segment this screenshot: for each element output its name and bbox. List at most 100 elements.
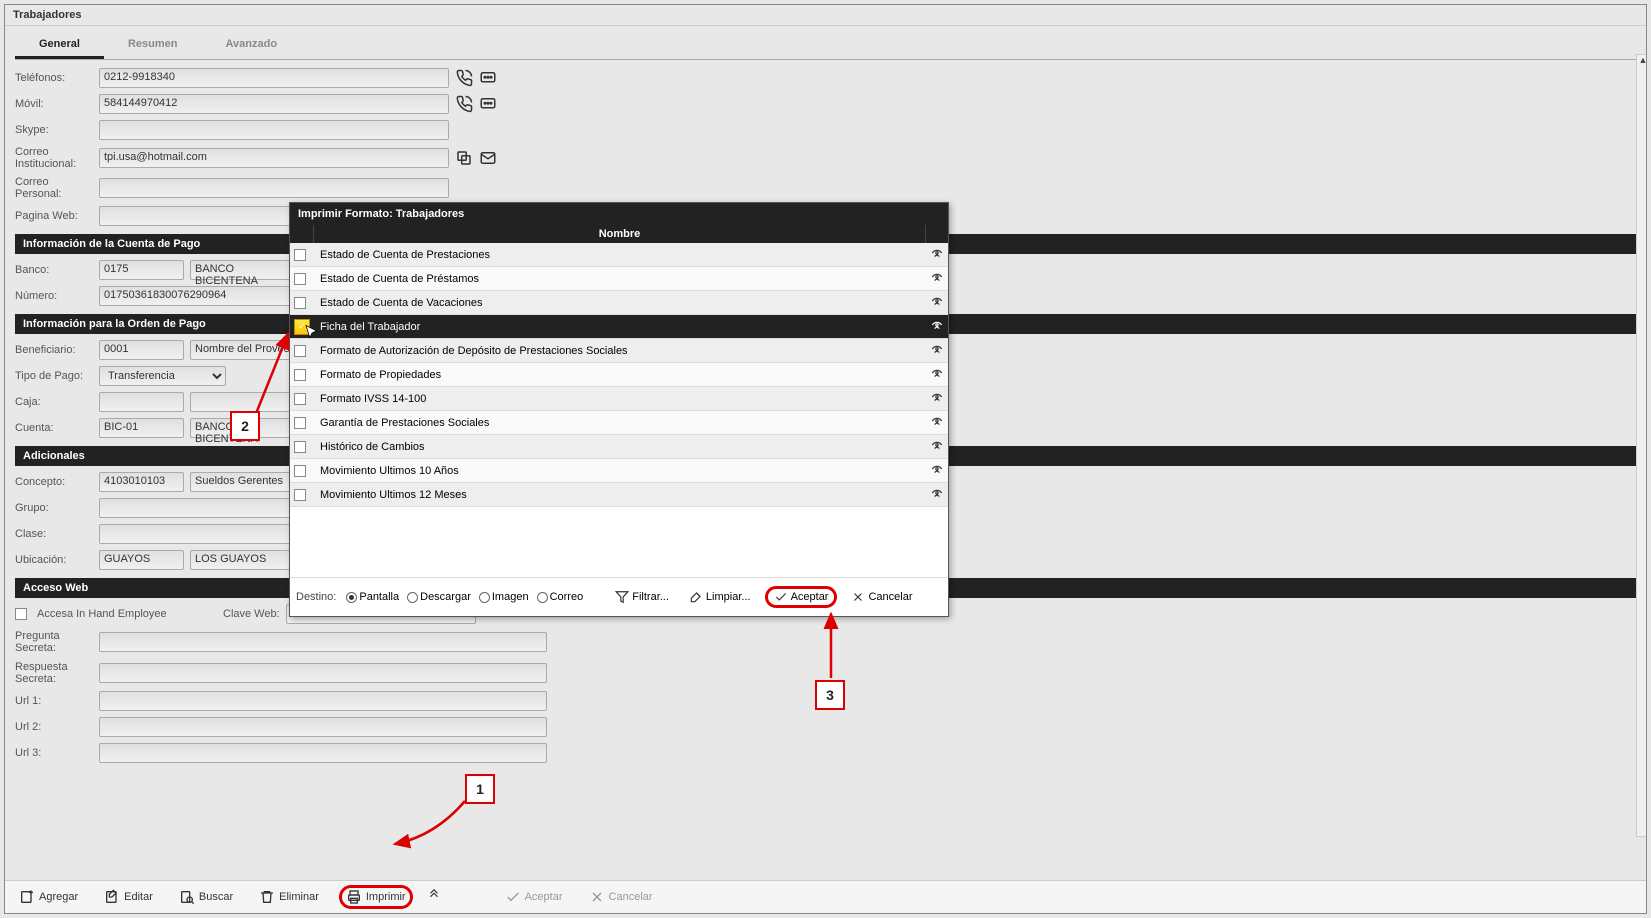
clase-input[interactable] — [99, 524, 296, 544]
modal-list: Estado de Cuenta de Prestaciones Estado d… — [290, 243, 948, 507]
grupo-label: Grupo: — [15, 502, 93, 514]
benef-name-input[interactable]: Nombre del Provee — [190, 340, 296, 360]
resp-label: Respuesta Secreta: — [15, 661, 93, 685]
scroll-up-icon[interactable]: ▲ — [1637, 55, 1646, 67]
mail-icon[interactable] — [479, 149, 497, 167]
ubic-name-input[interactable]: LOS GUAYOS — [190, 550, 296, 570]
cancelar-button[interactable]: Cancelar — [583, 886, 659, 908]
eliminar-button[interactable]: Eliminar — [253, 886, 325, 908]
banco-label: Banco: — [15, 264, 93, 276]
grupo-input[interactable] — [99, 498, 296, 518]
numero-label: Número: — [15, 290, 93, 302]
format-row[interactable]: Formato de Propiedades — [290, 363, 948, 387]
tab-avanzado[interactable]: Avanzado — [202, 32, 302, 59]
row-checkbox[interactable] — [294, 369, 306, 381]
row-checkbox[interactable] — [294, 393, 306, 405]
format-row[interactable]: Histórico de Cambios — [290, 435, 948, 459]
format-row[interactable]: Estado de Cuenta de Vacaciones — [290, 291, 948, 315]
editar-button[interactable]: Editar — [98, 886, 159, 908]
caja-label: Caja: — [15, 396, 93, 408]
cuenta-code-input[interactable]: BIC-01 — [99, 418, 184, 438]
row-action-icon[interactable] — [926, 390, 948, 407]
radio-correo[interactable]: Correo — [537, 591, 584, 603]
row-action-icon[interactable] — [926, 438, 948, 455]
row-action-icon[interactable] — [926, 366, 948, 383]
url2-input[interactable] — [99, 717, 547, 737]
buscar-button[interactable]: Buscar — [173, 886, 239, 908]
row-action-icon[interactable] — [926, 270, 948, 287]
row-action-icon[interactable] — [926, 246, 948, 263]
destino-label: Destino: — [296, 591, 336, 603]
sms-icon[interactable] — [479, 69, 497, 87]
call-icon[interactable] — [455, 69, 473, 87]
caja-code-input[interactable] — [99, 392, 184, 412]
ubic-code-input[interactable]: GUAYOS — [99, 550, 184, 570]
copy-icon[interactable] — [455, 149, 473, 167]
format-row[interactable]: Formato de Autorización de Depósito de P… — [290, 339, 948, 363]
row-action-icon[interactable] — [926, 342, 948, 359]
tipo-pago-select[interactable]: Transferencia — [99, 366, 226, 386]
format-row[interactable]: Estado de Cuenta de Prestaciones — [290, 243, 948, 267]
url3-input[interactable] — [99, 743, 547, 763]
concepto-name-input[interactable]: Sueldos Gerentes — [190, 472, 296, 492]
skype-label: Skype: — [15, 124, 93, 136]
concepto-label: Concepto: — [15, 476, 93, 488]
accesa-checkbox[interactable] — [15, 608, 27, 620]
row-action-icon[interactable] — [926, 414, 948, 431]
row-action-icon[interactable] — [926, 486, 948, 503]
call-icon[interactable] — [455, 95, 473, 113]
radio-pantalla[interactable]: Pantalla — [346, 591, 399, 603]
modal-cancelar-button[interactable]: Cancelar — [845, 587, 918, 607]
movil-input[interactable]: 584144970412 — [99, 94, 449, 114]
tab-resumen[interactable]: Resumen — [104, 32, 202, 59]
telefonos-input[interactable]: 0212-9918340 — [99, 68, 449, 88]
format-name: Estado de Cuenta de Vacaciones — [314, 297, 926, 309]
banco-code-input[interactable]: 0175 — [99, 260, 184, 280]
row-checkbox[interactable] — [294, 249, 306, 261]
row-checkbox[interactable] — [294, 489, 306, 501]
clave-web-label: Clave Web: — [223, 608, 280, 620]
tab-general[interactable]: General — [15, 32, 104, 59]
format-row[interactable]: Movimiento Ultimos 12 Meses — [290, 483, 948, 507]
banco-name-input[interactable]: BANCO BICENTENA — [190, 260, 296, 280]
vertical-scrollbar[interactable]: ▲ — [1636, 54, 1646, 837]
imprimir-button[interactable]: Imprimir — [339, 885, 413, 909]
format-name: Estado de Cuenta de Prestaciones — [314, 249, 926, 261]
correo-inst-input[interactable]: tpi.usa@hotmail.com — [99, 148, 449, 168]
format-row[interactable]: Formato IVSS 14-100 — [290, 387, 948, 411]
benef-code-input[interactable]: 0001 — [99, 340, 184, 360]
skype-input[interactable] — [99, 120, 449, 140]
filtrar-button[interactable]: Filtrar... — [609, 587, 675, 607]
numero-input[interactable]: 01750361830076290964 — [99, 286, 296, 306]
aceptar-button[interactable]: Aceptar — [499, 886, 569, 908]
limpiar-button[interactable]: Limpiar... — [683, 587, 757, 607]
agregar-button[interactable]: Agregar — [13, 886, 84, 908]
row-checkbox[interactable] — [294, 417, 306, 429]
row-checkbox[interactable] — [294, 441, 306, 453]
row-action-icon[interactable] — [926, 462, 948, 479]
format-name: Formato IVSS 14-100 — [314, 393, 926, 405]
row-action-icon[interactable] — [926, 318, 948, 335]
accesa-label: Accesa In Hand Employee — [37, 608, 197, 620]
radio-imagen[interactable]: Imagen — [479, 591, 529, 603]
radio-descargar[interactable]: Descargar — [407, 591, 471, 603]
row-action-icon[interactable] — [926, 294, 948, 311]
caja-name-input[interactable] — [190, 392, 296, 412]
url1-input[interactable] — [99, 691, 547, 711]
sms-icon[interactable] — [479, 95, 497, 113]
row-checkbox[interactable] — [294, 297, 306, 309]
concepto-code-input[interactable]: 4103010103 — [99, 472, 184, 492]
row-checkbox[interactable] — [294, 465, 306, 477]
chevron-up-icon[interactable] — [427, 888, 441, 905]
row-checkbox[interactable] — [294, 273, 306, 285]
modal-aceptar-button[interactable]: Aceptar — [765, 586, 838, 608]
preg-input[interactable] — [99, 632, 547, 652]
resp-input[interactable] — [99, 663, 547, 683]
format-row[interactable]: Estado de Cuenta de Préstamos — [290, 267, 948, 291]
correo-pers-input[interactable] — [99, 178, 449, 198]
format-row[interactable]: ✓Ficha del Trabajador — [290, 315, 948, 339]
format-row[interactable]: Garantía de Prestaciones Sociales — [290, 411, 948, 435]
format-name: Ficha del Trabajador — [314, 321, 926, 333]
format-row[interactable]: Movimiento Ultimos 10 Años — [290, 459, 948, 483]
format-name: Formato de Propiedades — [314, 369, 926, 381]
